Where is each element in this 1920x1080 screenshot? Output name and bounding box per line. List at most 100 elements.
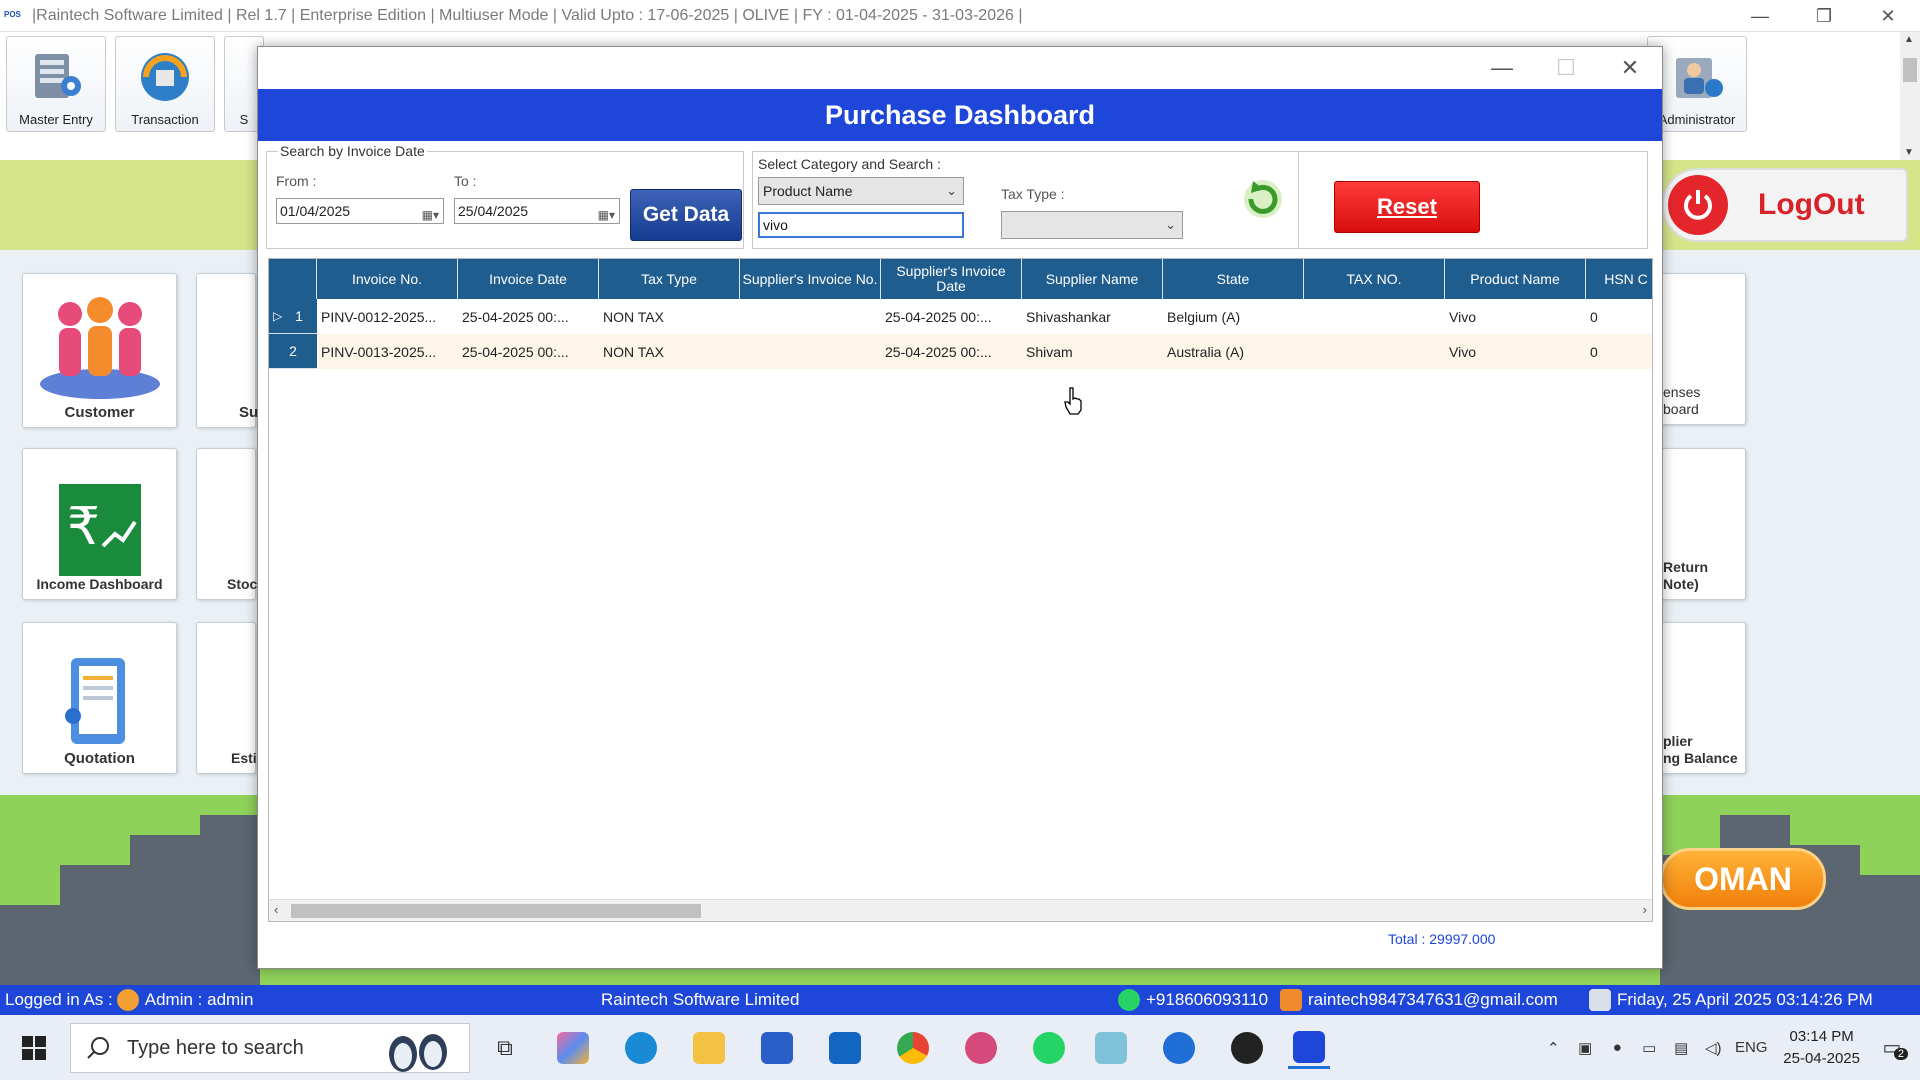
cell[interactable]: Shivam: [1022, 334, 1163, 369]
cell[interactable]: Shivashankar: [1022, 299, 1163, 334]
row-header[interactable]: 2: [269, 334, 317, 369]
taskbar-app-store[interactable]: [756, 1027, 798, 1069]
taskbar-clock[interactable]: 03:14 PM 25-04-2025: [1783, 1026, 1860, 1070]
income-dashboard-tile[interactable]: ₹ Income Dashboard: [22, 448, 177, 600]
cell[interactable]: 25-04-2025 00:...: [881, 334, 1022, 369]
calendar-icon[interactable]: ▦▾: [598, 203, 615, 227]
supplier-tile[interactable]: Su: [196, 273, 258, 428]
cell[interactable]: [1304, 299, 1445, 334]
transaction-button[interactable]: Transaction: [115, 36, 215, 132]
chevron-down-icon[interactable]: ⌄: [946, 178, 957, 204]
column-header[interactable]: Supplier's Invoice No.: [740, 259, 881, 299]
oman-button[interactable]: OMAN: [1660, 848, 1826, 910]
start-button[interactable]: [8, 1029, 60, 1067]
language-indicator[interactable]: ENG: [1731, 1034, 1771, 1062]
taskbar-app-edge[interactable]: [620, 1027, 662, 1069]
to-date-picker[interactable]: 25/04/2025 ▦▾: [454, 198, 620, 224]
get-data-button[interactable]: Get Data: [630, 189, 742, 241]
taskbar-app-recorder[interactable]: [1226, 1027, 1268, 1069]
network-icon[interactable]: ▤: [1667, 1034, 1695, 1062]
column-header[interactable]: Invoice Date: [458, 259, 599, 299]
taskbar-app-browser[interactable]: [1158, 1027, 1200, 1069]
taskbar-app-whatsapp[interactable]: [1028, 1027, 1070, 1069]
purchase-return-tile[interactable]: Return Note): [1658, 448, 1746, 600]
purchase-data-grid[interactable]: Invoice No. Invoice Date Tax Type Suppli…: [268, 258, 1653, 922]
scrollbar-thumb[interactable]: [291, 904, 701, 918]
cell[interactable]: NON TAX: [599, 299, 740, 334]
minimize-button[interactable]: —: [1728, 0, 1792, 32]
column-header[interactable]: TAX NO.: [1304, 259, 1445, 299]
toolbar-scrollbar[interactable]: ▲ ▼: [1900, 32, 1920, 160]
scroll-right-icon[interactable]: ›: [1643, 902, 1647, 917]
cell[interactable]: Vivo: [1445, 299, 1586, 334]
restore-button[interactable]: ❐: [1792, 0, 1856, 32]
table-row[interactable]: 2 PINV-0013-2025... 25-04-2025 00:... NO…: [269, 334, 1652, 369]
grid-horizontal-scrollbar[interactable]: ‹ ›: [269, 899, 1652, 921]
taskbar-app-notes[interactable]: [1090, 1027, 1132, 1069]
table-row[interactable]: ▷ 1 PINV-0012-2025... 25-04-2025 00:... …: [269, 299, 1652, 334]
cell[interactable]: 25-04-2025 00:...: [458, 299, 599, 334]
expenses-dashboard-tile[interactable]: enses board: [1658, 273, 1746, 425]
calendar-icon[interactable]: ▦▾: [422, 203, 439, 227]
scroll-up-icon[interactable]: ▲: [1904, 34, 1914, 45]
supplier-balance-tile[interactable]: plier ng Balance: [1658, 622, 1746, 774]
refresh-icon[interactable]: [1241, 177, 1285, 221]
taskbar-app-copilot[interactable]: [552, 1027, 594, 1069]
column-header[interactable]: Invoice No.: [317, 259, 458, 299]
cell[interactable]: 0: [1586, 334, 1652, 369]
cell[interactable]: [740, 299, 881, 334]
microphone-icon[interactable]: ●: [1603, 1034, 1631, 1062]
scroll-left-icon[interactable]: ‹: [274, 902, 278, 917]
product-search-input[interactable]: [758, 212, 964, 238]
from-date-picker[interactable]: 01/04/2025 ▦▾: [276, 198, 444, 224]
column-header[interactable]: Product Name: [1445, 259, 1586, 299]
column-header[interactable]: Supplier's Invoice Date: [881, 259, 1022, 299]
stock-tile[interactable]: Stoc: [196, 448, 257, 600]
cell[interactable]: [1304, 334, 1445, 369]
taskbar-app-snipping-tool[interactable]: [960, 1027, 1002, 1069]
taskbar-search-box[interactable]: Type here to search: [70, 1023, 470, 1073]
chevron-down-icon[interactable]: ⌄: [1165, 212, 1176, 238]
from-label: From :: [276, 173, 317, 189]
display-icon[interactable]: ▭: [1635, 1034, 1663, 1062]
column-header[interactable]: Supplier Name: [1022, 259, 1163, 299]
close-button[interactable]: ✕: [1856, 0, 1920, 32]
customer-tile[interactable]: Customer: [22, 273, 177, 428]
chevron-up-icon[interactable]: ⌃: [1539, 1034, 1567, 1062]
cell[interactable]: NON TAX: [599, 334, 740, 369]
column-header[interactable]: State: [1163, 259, 1304, 299]
grid-total: Total : 29997.000: [1388, 931, 1496, 947]
cell[interactable]: [740, 334, 881, 369]
taskbar-app-file-explorer[interactable]: [688, 1027, 730, 1069]
cell[interactable]: PINV-0012-2025...: [317, 299, 458, 334]
estimate-tile[interactable]: Esti: [196, 622, 257, 774]
cell[interactable]: Vivo: [1445, 334, 1586, 369]
dialog-minimize-button[interactable]: —: [1470, 47, 1534, 89]
column-header[interactable]: Tax Type: [599, 259, 740, 299]
cell[interactable]: PINV-0013-2025...: [317, 334, 458, 369]
column-header[interactable]: HSN C: [1586, 259, 1652, 299]
master-entry-button[interactable]: Master Entry: [6, 36, 106, 132]
cell[interactable]: 25-04-2025 00:...: [458, 334, 599, 369]
cell[interactable]: 25-04-2025 00:...: [881, 299, 1022, 334]
cell[interactable]: Belgium (A): [1163, 299, 1304, 334]
scroll-down-icon[interactable]: ▼: [1904, 147, 1914, 158]
taskbar-app-outlook[interactable]: [824, 1027, 866, 1069]
network-adapter-icon[interactable]: ▣: [1571, 1034, 1599, 1062]
volume-icon[interactable]: ◁): [1699, 1034, 1727, 1062]
cell[interactable]: Australia (A): [1163, 334, 1304, 369]
quotation-tile[interactable]: Quotation: [22, 622, 177, 774]
master-entry-icon: [35, 54, 81, 98]
task-view-button[interactable]: ⧉: [484, 1027, 526, 1069]
row-header[interactable]: ▷ 1: [269, 299, 317, 334]
cell[interactable]: 0: [1586, 299, 1652, 334]
dialog-close-button[interactable]: ✕: [1598, 47, 1662, 89]
taskbar-app-chrome[interactable]: [892, 1027, 934, 1069]
tax-type-select[interactable]: ⌄: [1001, 211, 1183, 239]
logout-button[interactable]: LogOut: [1662, 168, 1908, 242]
reset-button[interactable]: Reset: [1334, 181, 1480, 233]
taskbar-app-raintech-pos[interactable]: [1288, 1027, 1330, 1069]
notification-center-button[interactable]: ▭ 2: [1872, 1034, 1912, 1062]
category-select[interactable]: Product Name ⌄: [758, 177, 964, 205]
scrollbar-thumb[interactable]: [1903, 58, 1917, 82]
